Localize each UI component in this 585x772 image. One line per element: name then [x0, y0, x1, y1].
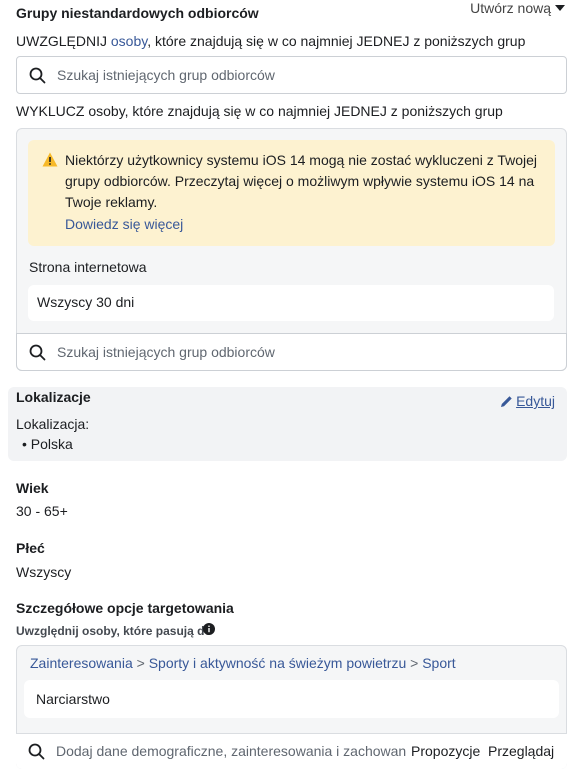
exclude-search-placeholder: Szukaj istniejących grup odbiorców [57, 344, 275, 360]
warning-text: Niektórzy użytkownicy systemu iOS 14 mog… [65, 152, 538, 210]
include-search-input[interactable]: Szukaj istniejących grup odbiorców [16, 56, 567, 94]
detailed-targeting-heading: Szczegółowe opcje targetowania [16, 600, 234, 616]
detailed-search-placeholder: Dodaj dane demograficzne, zainteresowani… [56, 743, 406, 759]
info-icon[interactable] [203, 623, 215, 635]
learn-more-link[interactable]: Dowiedz się więcej [65, 216, 183, 232]
website-source-label: Strona internetowa [29, 259, 147, 275]
gender-value: Wszyscy [16, 564, 72, 580]
exclude-description: WYKLUCZ osoby, które znajdują się w co n… [16, 103, 503, 119]
include-search-placeholder: Szukaj istniejących grup odbiorców [57, 67, 275, 83]
search-icon [29, 67, 46, 84]
location-sub-label: Lokalizacja: [16, 416, 90, 432]
interest-breadcrumb: Zainteresowania > Sporty i aktywność na … [30, 655, 456, 671]
locations-panel [8, 387, 567, 461]
breadcrumb-sport[interactable]: Sport [422, 655, 455, 671]
custom-audiences-title: Grupy niestandardowych odbiorców [16, 5, 259, 21]
people-link[interactable]: osoby [111, 33, 147, 49]
browse-button[interactable]: Przeglądaj [488, 743, 554, 759]
age-value: 30 - 65+ [16, 503, 68, 519]
detailed-targeting-sub-label: Uwzględnij osoby, które pasują do [16, 624, 212, 638]
breadcrumb-outdoor-sports[interactable]: Sporty i aktywność na świeżym powietrzu [149, 655, 407, 671]
search-icon [29, 344, 46, 361]
interest-chip-label: Narciarstwo [36, 691, 110, 707]
chip-label: Wszyscy 30 dni [37, 294, 135, 310]
age-heading: Wiek [16, 480, 49, 496]
create-new-button[interactable]: Utwórz nową [470, 0, 551, 16]
pencil-icon[interactable] [500, 395, 513, 408]
excluded-audience-chip[interactable]: Wszyscy 30 dni [28, 285, 554, 321]
exclude-search-input[interactable]: Szukaj istniejących grup odbiorców [16, 333, 567, 371]
locations-heading: Lokalizacje [16, 389, 91, 405]
edit-locations-link[interactable]: Edytuj [516, 393, 555, 409]
chevron-down-icon[interactable] [555, 5, 565, 11]
include-description: UWZGLĘDNIJ osoby, które znajdują się w c… [16, 33, 526, 49]
location-item: • Polska [22, 436, 73, 452]
detailed-targeting-search[interactable]: Dodaj dane demograficzne, zainteresowani… [16, 733, 567, 769]
suggestions-button[interactable]: Propozycje [411, 743, 480, 759]
breadcrumb-interests[interactable]: Zainteresowania [30, 655, 133, 671]
interest-chip[interactable]: Narciarstwo [24, 680, 559, 718]
search-icon [28, 743, 45, 760]
warning-icon [42, 152, 58, 167]
gender-heading: Płeć [16, 540, 45, 556]
